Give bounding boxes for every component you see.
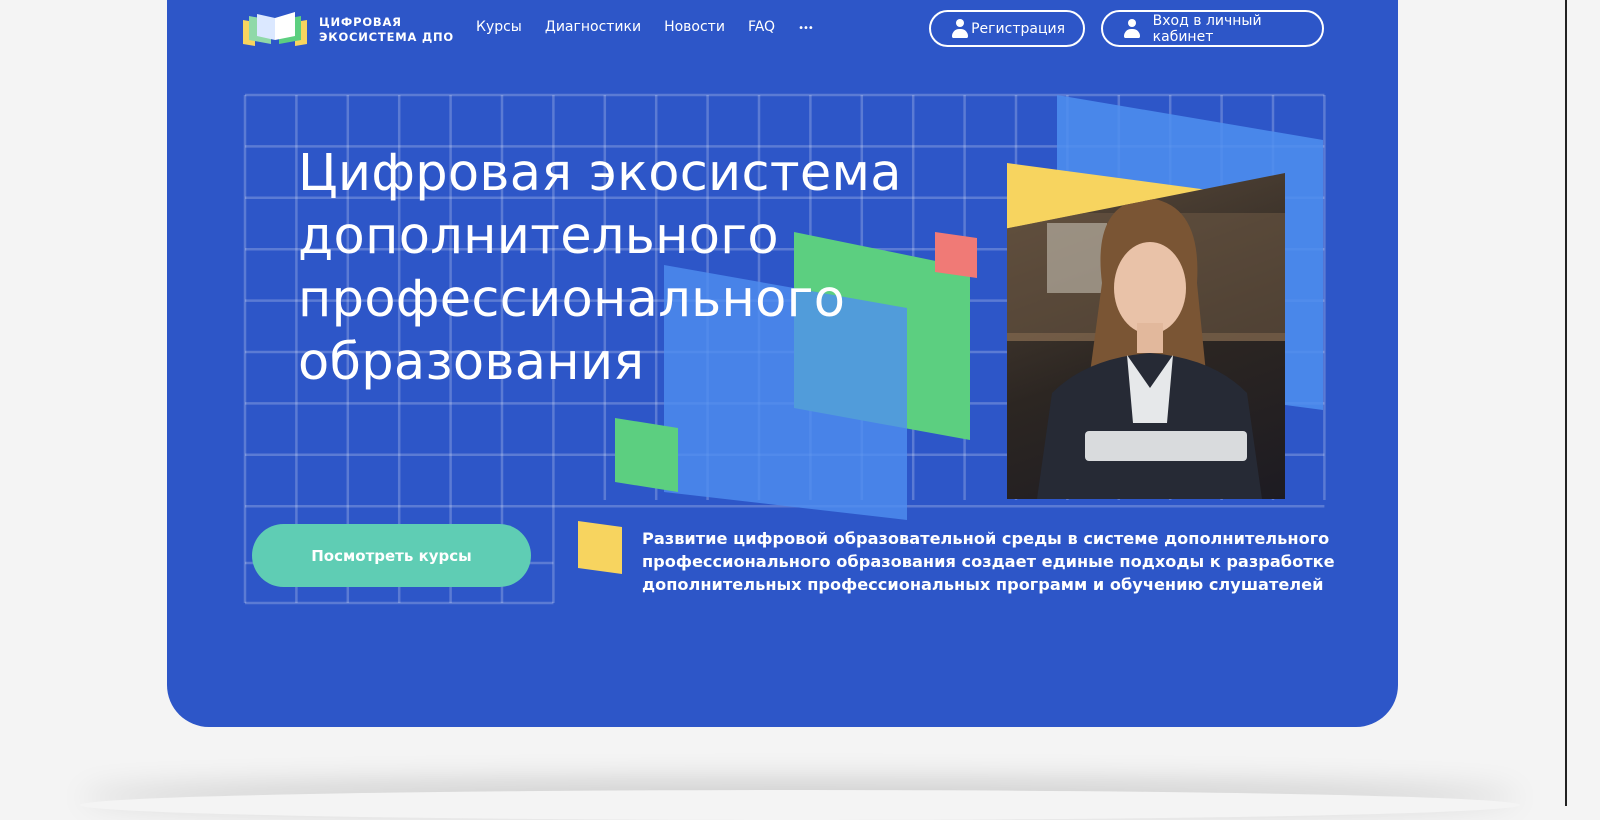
window-edge — [1565, 0, 1567, 806]
nav-item-news[interactable]: Новости — [664, 19, 725, 39]
hero-photo — [1007, 173, 1285, 499]
nav-item-faq[interactable]: FAQ — [748, 19, 775, 39]
user-icon — [951, 18, 969, 39]
user-icon — [1123, 18, 1140, 39]
page-shadow — [80, 790, 1520, 820]
logo-text[interactable]: ЦИФРОВАЯ ЭКОСИСТЕМА ДПО — [319, 15, 454, 45]
logo-icon — [243, 12, 307, 46]
hero-description: Развитие цифровой образовательной среды … — [642, 529, 1335, 594]
yellow-square — [578, 521, 622, 574]
hero-panel: ЦИФРОВАЯ ЭКОСИСТЕМА ДПО Курсы Диагностик… — [167, 0, 1398, 727]
view-courses-button[interactable]: Посмотреть курсы — [252, 524, 531, 587]
more-icon[interactable]: ••• — [798, 19, 814, 39]
main-nav: Курсы Диагностики Новости FAQ ••• — [476, 19, 814, 39]
student-image — [1007, 198, 1285, 499]
login-button[interactable]: Вход в личный кабинет — [1101, 10, 1324, 47]
green-square — [615, 418, 678, 492]
hero-title: Цифровая экосистема дополнительного проф… — [298, 144, 902, 392]
red-square — [935, 232, 977, 278]
nav-item-diagnostics[interactable]: Диагностики — [545, 19, 641, 39]
nav-item-courses[interactable]: Курсы — [476, 19, 522, 39]
register-button[interactable]: Регистрация — [929, 10, 1085, 47]
